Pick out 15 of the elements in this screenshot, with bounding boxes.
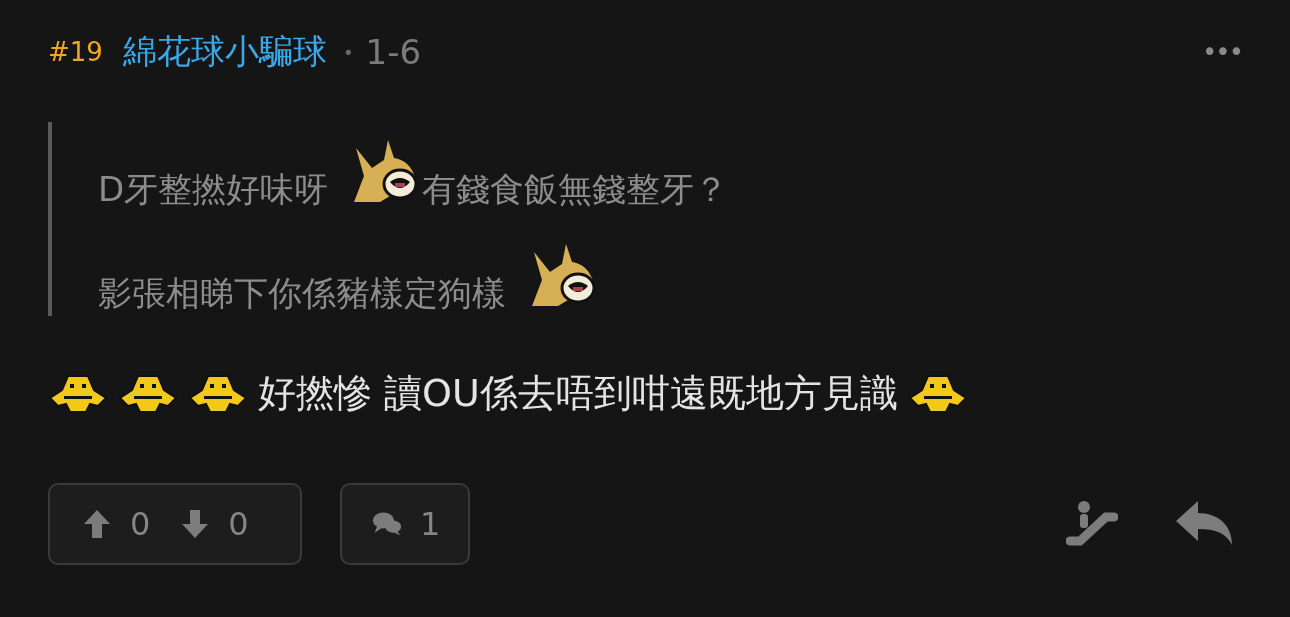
upvote-button[interactable]: 0 <box>82 505 151 543</box>
down-arrow-icon <box>180 508 211 540</box>
more-button[interactable]: ••• <box>1202 37 1242 67</box>
escalator-icon[interactable] <box>1066 499 1118 549</box>
quote-text: 影張相睇下你係豬樣定狗樣 <box>98 272 506 315</box>
floor-number: #19 <box>48 37 103 67</box>
separator-dot: • <box>342 41 354 63</box>
quote-text: D牙整撚好味呀 <box>98 168 329 211</box>
post-text: 好撚慘 讀OU係去唔到咁遠既地方見識 <box>258 370 898 417</box>
author-name[interactable]: 綿花球小騙球 <box>122 29 327 75</box>
post-time: 1-6 <box>365 32 422 72</box>
up-arrow-icon <box>82 508 112 540</box>
comments-button[interactable]: 1 <box>340 483 470 565</box>
downvote-button[interactable]: 0 <box>180 505 249 543</box>
quote-text: 有錢食飯無錢整牙？ <box>422 168 729 211</box>
